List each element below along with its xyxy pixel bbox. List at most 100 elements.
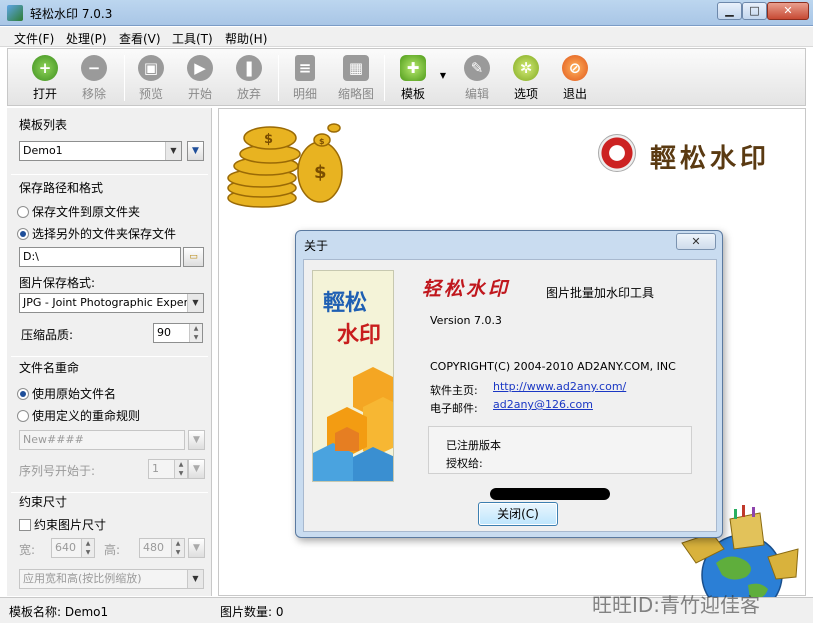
save-to-other-radio[interactable]: 选择另外的文件夹保存文件 [17, 225, 176, 242]
thumbnails-label: 缩略图 [337, 87, 374, 101]
chevron-down-icon: ▼ [192, 146, 199, 156]
constrain-size-checkbox[interactable]: 约束图片尺寸 [19, 516, 106, 533]
email-link[interactable]: ad2any@126.com [493, 398, 593, 411]
spin-arrows-icon[interactable]: ▲ ▼ [81, 539, 94, 557]
rename-section-title: 文件名重命 [19, 361, 80, 375]
height-stepper[interactable]: 480 ▲ ▼ [139, 538, 185, 558]
edit-button[interactable]: ✎ 编辑 [454, 55, 500, 103]
rename-rule-input[interactable]: New#### [19, 430, 185, 450]
menu-process[interactable]: 处理(P) [66, 30, 107, 47]
licensed-to-label: 授权给: [446, 457, 483, 470]
open-label: 打开 [32, 87, 57, 101]
remove-button[interactable]: − 移除 [71, 55, 117, 103]
save-path-input[interactable]: D:\ [19, 247, 181, 267]
use-original-name-label: 使用原始文件名 [32, 387, 117, 401]
constrain-section-title: 约束尺寸 [19, 495, 68, 509]
menu-bar: 文件(F) 处理(P) 查看(V) 工具(T) 帮助(H) [0, 27, 813, 47]
svg-text:$: $ [319, 137, 325, 146]
preview-button[interactable]: ▣ 预览 [128, 55, 174, 103]
template-label: 模板 [400, 87, 425, 101]
radio-selected-icon [17, 228, 29, 240]
details-icon: ≡ [295, 55, 315, 81]
thumbnails-button[interactable]: ▦ 缩略图 [331, 55, 381, 103]
format-select-value: JPG - Joint Photographic Experts ( [23, 296, 204, 309]
menu-help[interactable]: 帮助(H) [225, 30, 267, 47]
dialog-close-button[interactable]: 关闭(C) [478, 502, 558, 526]
use-custom-rule-label: 使用定义的重命规则 [32, 409, 141, 423]
menu-view[interactable]: 查看(V) [119, 30, 161, 47]
toolbar-divider [124, 55, 125, 101]
sequence-menu-button[interactable]: ▼ [188, 459, 205, 479]
use-original-name-radio[interactable]: 使用原始文件名 [17, 385, 116, 402]
options-button[interactable]: ✲ 选项 [503, 55, 549, 103]
open-button[interactable]: + 打开 [22, 55, 68, 103]
chevron-down-icon: ▼ [187, 294, 203, 312]
minimize-button[interactable]: ▁ [717, 2, 742, 20]
homepage-label: 软件主页: [430, 384, 478, 397]
format-select[interactable]: JPG - Joint Photographic Experts ( ▼ [19, 293, 204, 313]
wrench-icon: ✲ [513, 55, 539, 81]
plus-icon: + [32, 55, 58, 81]
cubes-graphic [313, 367, 393, 481]
constrain-size-label: 约束图片尺寸 [34, 518, 107, 532]
dialog-close-x-button[interactable]: ✕ [676, 233, 716, 250]
menu-tools[interactable]: 工具(T) [172, 30, 213, 47]
details-button[interactable]: ≡ 明细 [282, 55, 328, 103]
template-menu-button[interactable]: ▼ [187, 141, 204, 161]
chevron-down-icon: ▼ [165, 142, 181, 160]
exit-button[interactable]: ⊘ 退出 [552, 55, 598, 103]
radio-icon [17, 410, 29, 422]
dialog-subtitle: 图片批量加水印工具 [546, 286, 655, 300]
use-custom-rule-radio[interactable]: 使用定义的重命规则 [17, 407, 140, 424]
pencil-icon: ✎ [464, 55, 490, 81]
start-button[interactable]: ▶ 开始 [177, 55, 223, 103]
template-select[interactable]: Demo1 ▼ [19, 141, 182, 161]
version-text: Version 7.0.3 [430, 314, 502, 327]
chevron-down-icon: ▼ [187, 570, 203, 588]
quality-label: 压缩品质: [21, 328, 74, 342]
save-to-original-label: 保存文件到原文件夹 [32, 205, 141, 219]
registered-text: 已注册版本 [446, 439, 501, 452]
save-to-original-radio[interactable]: 保存文件到原文件夹 [17, 203, 140, 220]
homepage-link[interactable]: http://www.ad2any.com/ [493, 380, 626, 393]
size-menu-button[interactable]: ▼ [188, 538, 205, 558]
close-button[interactable]: ✕ [767, 2, 809, 20]
app-icon [7, 5, 23, 21]
toolbar-divider [384, 55, 385, 101]
start-label: 开始 [187, 87, 212, 101]
width-value: 640 [55, 541, 76, 554]
browse-folder-button[interactable]: ▭ [183, 247, 204, 267]
spin-arrows-icon[interactable]: ▲ ▼ [171, 539, 184, 557]
spin-arrows-icon[interactable]: ▲ ▼ [174, 460, 187, 478]
width-stepper[interactable]: 640 ▲ ▼ [51, 538, 95, 558]
puzzle-icon: ✚ [400, 55, 426, 81]
chevron-down-icon: ▼ [193, 464, 200, 474]
quality-stepper[interactable]: 90 ▲ ▼ [153, 323, 203, 343]
quality-value: 90 [157, 326, 171, 339]
toolbar: + 打开 − 移除 ▣ 预览 ▶ 开始 ❚ 放弃 ≡ 明细 ▦ 缩略图 ✚ 模板… [7, 48, 806, 106]
menu-file[interactable]: 文件(F) [14, 30, 54, 47]
svg-text:$: $ [264, 132, 273, 147]
exit-icon: ⊘ [562, 55, 588, 81]
toolbar-divider [278, 55, 279, 101]
exit-label: 退出 [562, 87, 587, 101]
divider [11, 174, 208, 175]
details-label: 明细 [292, 87, 317, 101]
checkbox-icon [19, 519, 31, 531]
abort-button[interactable]: ❚ 放弃 [226, 55, 272, 103]
registration-box: 已注册版本 授权给: [428, 426, 692, 474]
redaction-mark [490, 488, 610, 500]
copyright-text: COPYRIGHT(C) 2004-2010 AD2ANY.COM, INC [430, 360, 676, 373]
maximize-button[interactable]: □ [742, 2, 767, 20]
sequence-stepper[interactable]: 1 ▲ ▼ [148, 459, 188, 479]
chevron-down-icon: ▼ [193, 543, 200, 553]
svg-text:$: $ [314, 162, 327, 183]
scale-mode-value: 应用宽和高(按比例缩放) [23, 572, 142, 585]
gold-coins-image: $ $ $ [227, 123, 343, 208]
rename-rule-menu-button[interactable]: ▼ [188, 430, 205, 450]
spin-arrows-icon[interactable]: ▲ ▼ [189, 324, 202, 342]
about-dialog: 关于 ✕ 輕松 水印 轻松水印 图片批量加水印工具 Version 7.0.3 … [295, 230, 723, 538]
format-label: 图片保存格式: [19, 276, 96, 290]
template-button[interactable]: ✚ 模板 [390, 55, 436, 103]
scale-mode-select[interactable]: 应用宽和高(按比例缩放) ▼ [19, 569, 204, 589]
